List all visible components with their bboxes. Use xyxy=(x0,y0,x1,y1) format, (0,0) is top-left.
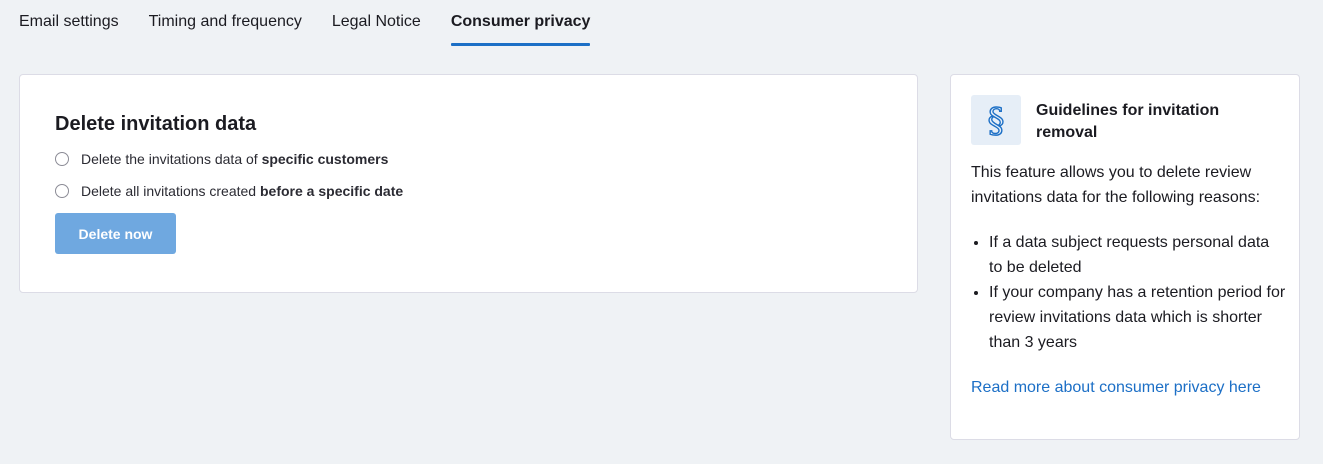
option-label: Delete the invitations data of specific … xyxy=(81,151,389,167)
radio-specific-customers[interactable] xyxy=(55,152,69,166)
list-item: If your company has a retention period f… xyxy=(989,280,1286,355)
card-title: Delete invitation data xyxy=(55,113,257,135)
section-sign-glyph: § xyxy=(987,102,1005,138)
reasons-list: If a data subject requests personal data… xyxy=(971,230,1286,355)
delete-invitation-card: Delete invitation data Delete the invita… xyxy=(19,74,918,293)
option-before-date[interactable]: Delete all invitations created before a … xyxy=(55,183,403,199)
tab-legal-notice[interactable]: Legal Notice xyxy=(332,0,421,46)
settings-tabs: Email settings Timing and frequency Lega… xyxy=(19,0,620,46)
delete-now-button[interactable]: Delete now xyxy=(55,213,176,254)
tab-email-settings[interactable]: Email settings xyxy=(19,0,119,46)
radio-before-date[interactable] xyxy=(55,184,69,198)
section-sign-icon: § xyxy=(971,95,1021,145)
list-item: If a data subject requests personal data… xyxy=(989,230,1286,280)
svg-text:§: § xyxy=(988,102,1005,138)
guidelines-title: Guidelines for invitation removal xyxy=(1036,102,1220,141)
guidelines-description: This feature allows you to delete review… xyxy=(971,164,1261,206)
guidelines-panel: § Guidelines for invitation removal This… xyxy=(950,74,1300,440)
option-label: Delete all invitations created before a … xyxy=(81,183,404,199)
consumer-privacy-link[interactable]: Read more about consumer privacy here xyxy=(971,375,1261,400)
option-specific-customers[interactable]: Delete the invitations data of specific … xyxy=(55,151,388,167)
tab-timing-and-frequency[interactable]: Timing and frequency xyxy=(149,0,302,46)
tab-consumer-privacy[interactable]: Consumer privacy xyxy=(450,0,590,46)
